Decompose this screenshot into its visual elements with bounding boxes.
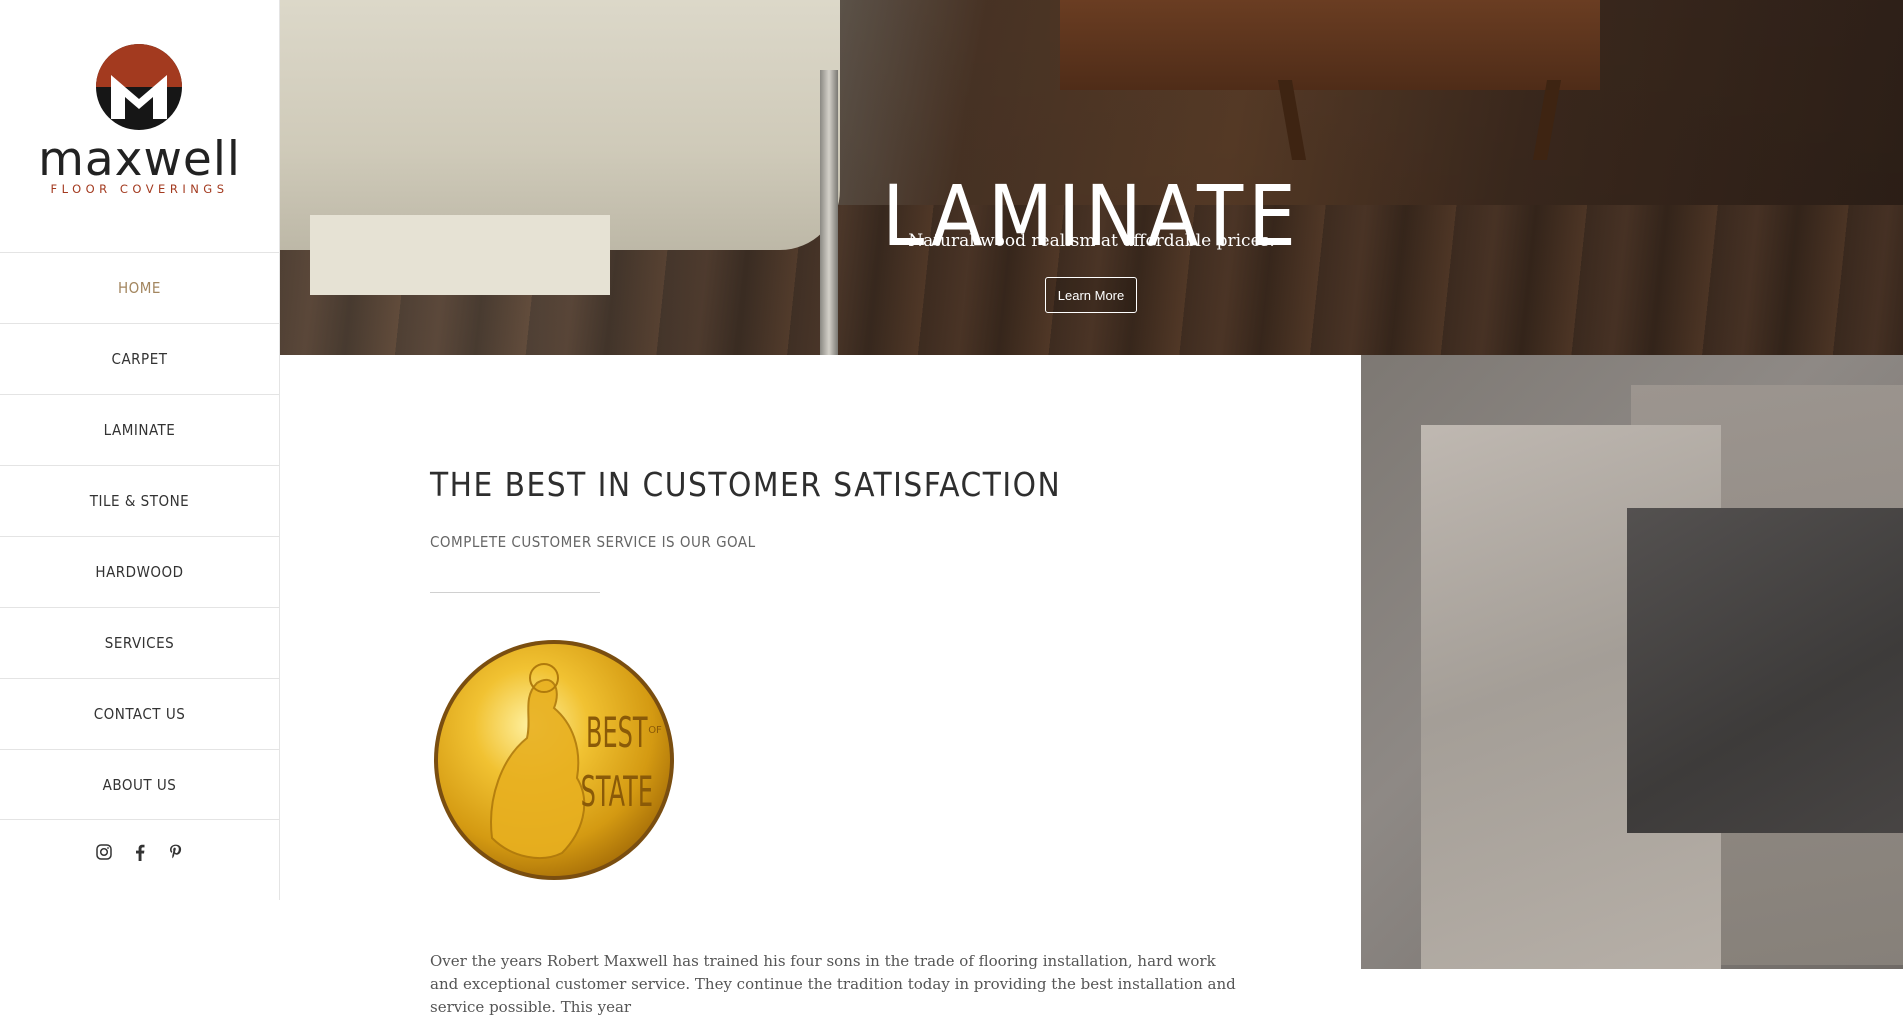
maxwell-logo-mark <box>96 44 182 130</box>
nav-item-home[interactable]: HOME <box>0 252 279 323</box>
instagram-icon[interactable] <box>95 843 112 861</box>
nav-item-tile-stone[interactable]: TILE & STONE <box>0 465 279 536</box>
tile-samples-image <box>1361 355 1903 969</box>
body-paragraph: Over the years Robert Maxwell has traine… <box>430 952 1236 1016</box>
tile-sample-dark <box>1627 508 1903 833</box>
hero-dresser-image <box>1060 0 1600 90</box>
medal-text-best: BEST <box>586 709 648 758</box>
nav-item-about-us[interactable]: ABOUT US <box>0 749 279 820</box>
facebook-icon[interactable] <box>132 843 148 861</box>
logo-wordmark: maxwell <box>38 132 241 187</box>
best-of-state-medal: BEST OF STATE <box>434 640 674 880</box>
nav-item-services[interactable]: SERVICES <box>0 607 279 678</box>
learn-more-button[interactable]: Learn More <box>1045 277 1137 313</box>
hero-subtitle: Natural wood realism at affordable price… <box>908 231 1275 251</box>
logo[interactable]: maxwell FLOOR COVERINGS <box>0 0 279 252</box>
medal-text-state: STATE <box>581 768 653 817</box>
logo-tagline: FLOOR COVERINGS <box>50 182 229 196</box>
hero-banner: LAMINATE Natural wood realism at afforda… <box>280 0 1903 355</box>
pinterest-icon[interactable] <box>168 843 184 861</box>
hero-dresser-leg <box>1277 80 1307 160</box>
section-heading: THE BEST IN CUSTOMER SATISFACTION <box>430 465 1062 504</box>
main-nav: HOME CARPET LAMINATE TILE & STONE HARDWO… <box>0 252 279 820</box>
nav-item-laminate[interactable]: LAMINATE <box>0 394 279 465</box>
nav-item-hardwood[interactable]: HARDWOOD <box>0 536 279 607</box>
social-links <box>0 843 279 861</box>
sidebar: maxwell FLOOR COVERINGS HOME CARPET LAMI… <box>0 0 280 900</box>
section-subheading: COMPLETE CUSTOMER SERVICE IS OUR GOAL <box>430 533 756 551</box>
divider <box>430 592 600 593</box>
nav-item-carpet[interactable]: CARPET <box>0 323 279 394</box>
hero-dresser-leg <box>1532 80 1562 160</box>
nav-item-contact-us[interactable]: CONTACT US <box>0 678 279 749</box>
medal-text-of: OF <box>648 725 662 736</box>
